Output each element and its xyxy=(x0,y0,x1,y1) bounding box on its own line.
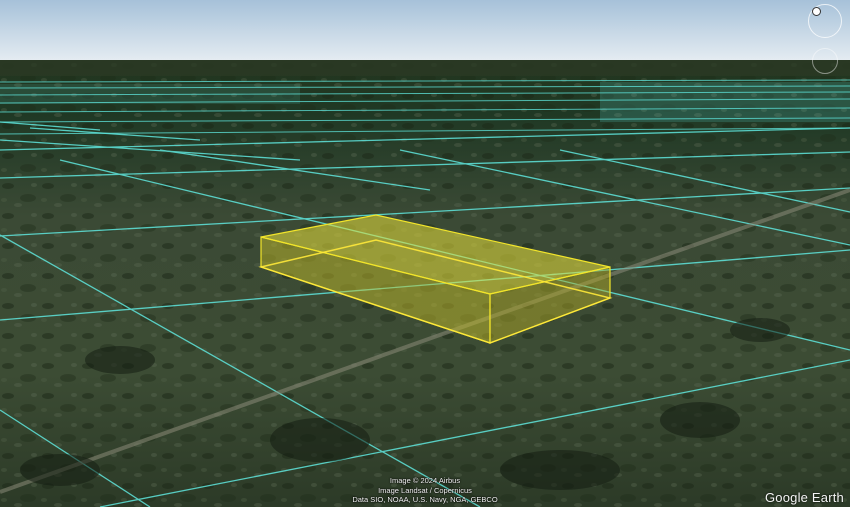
imagery-attribution: Image © 2024 Airbus Image Landsat / Cope… xyxy=(300,476,550,505)
attribution-line-3: Data SIO, NOAA, U.S. Navy, NGA, GEBCO xyxy=(352,495,498,504)
compass-icon[interactable] xyxy=(808,4,842,38)
sky xyxy=(0,0,850,62)
map-scene[interactable] xyxy=(0,0,850,507)
google-earth-logo: Google Earth xyxy=(764,490,844,505)
attribution-line-2: Image Landsat / Copernicus xyxy=(378,485,472,495)
navigation-control[interactable] xyxy=(808,4,842,76)
map-viewport[interactable]: Image © 2024 Airbus Image Landsat / Cope… xyxy=(0,0,850,507)
distant-ground xyxy=(0,60,850,76)
tilt-control-icon[interactable] xyxy=(812,48,838,74)
compass-north-marker xyxy=(812,7,821,16)
attribution-line-1: Image © 2024 Airbus xyxy=(389,476,461,485)
